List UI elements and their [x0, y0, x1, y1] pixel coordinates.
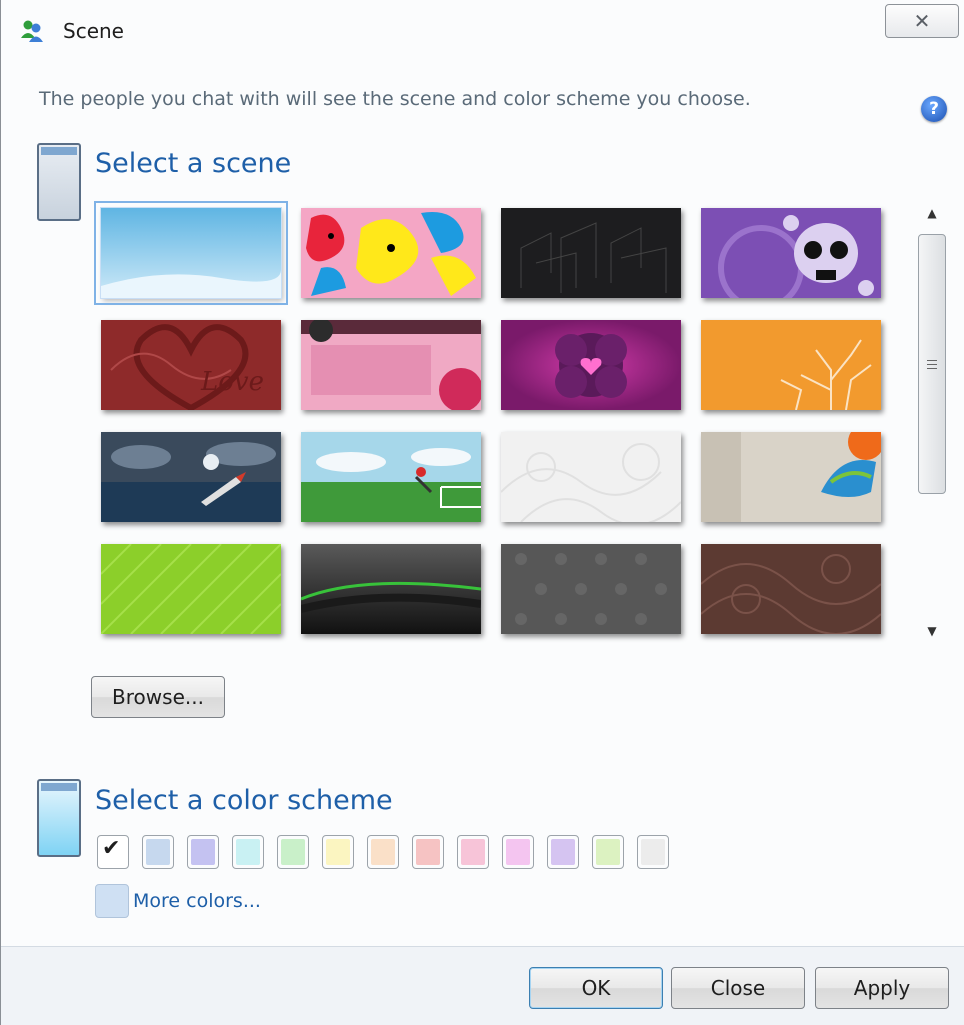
more-colors-label: More colors... — [133, 890, 261, 912]
scene-thumbnail-dark-geometric-lines[interactable] — [501, 208, 681, 298]
scene-section-icon — [37, 143, 81, 221]
scene-thumbnail-magenta-heart[interactable] — [501, 320, 681, 410]
ok-button[interactable]: OK — [529, 967, 663, 1009]
color-scheme-section-icon — [37, 779, 81, 857]
color-swatch-lime[interactable] — [592, 835, 624, 869]
checkmark-icon: ✔ — [102, 836, 121, 861]
scene-thumbnail-brown-swirls[interactable] — [701, 544, 881, 634]
swatch-fill — [416, 839, 440, 865]
scene-thumbnail-purple-skull[interactable] — [701, 208, 881, 298]
more-colors-link[interactable]: More colors... — [95, 884, 261, 918]
scene-thumbnail-soccer-field[interactable] — [301, 432, 481, 522]
browse-button[interactable]: Browse... — [91, 676, 225, 718]
color-swatch-magenta[interactable] — [502, 835, 534, 869]
close-window-button[interactable]: ✕ — [885, 4, 959, 38]
color-swatch-gray[interactable] — [637, 835, 669, 869]
scene-grid: Love — [94, 201, 899, 638]
svg-text:Love: Love — [200, 367, 264, 397]
swatch-fill — [191, 839, 215, 865]
swatch-fill — [596, 839, 620, 865]
swatch-fill — [236, 839, 260, 865]
color-swatch-peach[interactable] — [367, 835, 399, 869]
select-color-scheme-heading: Select a color scheme — [95, 785, 393, 816]
select-scene-heading: Select a scene — [95, 148, 292, 179]
color-swatch-green[interactable] — [277, 835, 309, 869]
scene-thumbnail-green-stripes[interactable] — [101, 544, 281, 634]
scene-thumbnail-wall-graffiti[interactable] — [701, 432, 881, 522]
title-bar: Scene ✕ — [1, 0, 964, 62]
messenger-buddies-icon — [21, 20, 43, 42]
color-swatch-cyan[interactable] — [232, 835, 264, 869]
scene-dialog: Scene ✕ The people you chat with will se… — [0, 0, 964, 1025]
dialog-footer: OK Close Apply — [1, 946, 964, 1025]
scroll-down-arrow-icon[interactable]: ▼ — [923, 624, 941, 642]
swatch-fill — [326, 839, 350, 865]
swatch-fill — [461, 839, 485, 865]
scene-scrollbar[interactable]: ▲ ▼ — [915, 200, 949, 644]
scene-thumbnail-ocean-rocket[interactable] — [101, 432, 281, 522]
color-swatch-white[interactable]: ✔ — [97, 835, 129, 869]
scene-thumbnail-orange-tree[interactable] — [701, 320, 881, 410]
swatch-fill — [371, 839, 395, 865]
swatch-fill — [281, 839, 305, 865]
scene-thumbnail-black-green-wave[interactable] — [301, 544, 481, 634]
swatch-fill — [146, 839, 170, 865]
color-swatch-lavender[interactable] — [547, 835, 579, 869]
close-button[interactable]: Close — [671, 967, 805, 1009]
color-swatch-periwinkle[interactable] — [187, 835, 219, 869]
scene-thumbnail-white-swirls[interactable] — [501, 432, 681, 522]
help-icon[interactable]: ? — [921, 96, 947, 122]
swatch-fill — [641, 839, 665, 865]
scrollbar-thumb[interactable] — [918, 234, 946, 494]
close-icon: ✕ — [913, 9, 931, 33]
scene-thumbnail-gray-damask[interactable] — [501, 544, 681, 634]
grip-icon — [927, 359, 937, 369]
scroll-up-arrow-icon[interactable]: ▲ — [923, 206, 941, 224]
swatch-fill — [551, 839, 575, 865]
color-swatch-yellow[interactable] — [322, 835, 354, 869]
color-swatch-pink[interactable] — [457, 835, 489, 869]
color-swatch-red[interactable] — [412, 835, 444, 869]
scene-thumbnail-light-blue-sky[interactable] — [94, 201, 288, 305]
more-colors-swatch — [95, 884, 129, 918]
apply-button[interactable]: Apply — [815, 967, 949, 1009]
scene-thumbnail-pink-grunge[interactable] — [301, 320, 481, 410]
scene-thumbnail-red-love-swirl[interactable]: Love — [101, 320, 281, 410]
swatch-fill — [506, 839, 530, 865]
intro-text: The people you chat with will see the sc… — [39, 88, 751, 110]
scene-thumbnail-colorful-blobs[interactable] — [301, 208, 481, 298]
color-swatch-blue[interactable] — [142, 835, 174, 869]
window-title: Scene — [63, 19, 124, 43]
